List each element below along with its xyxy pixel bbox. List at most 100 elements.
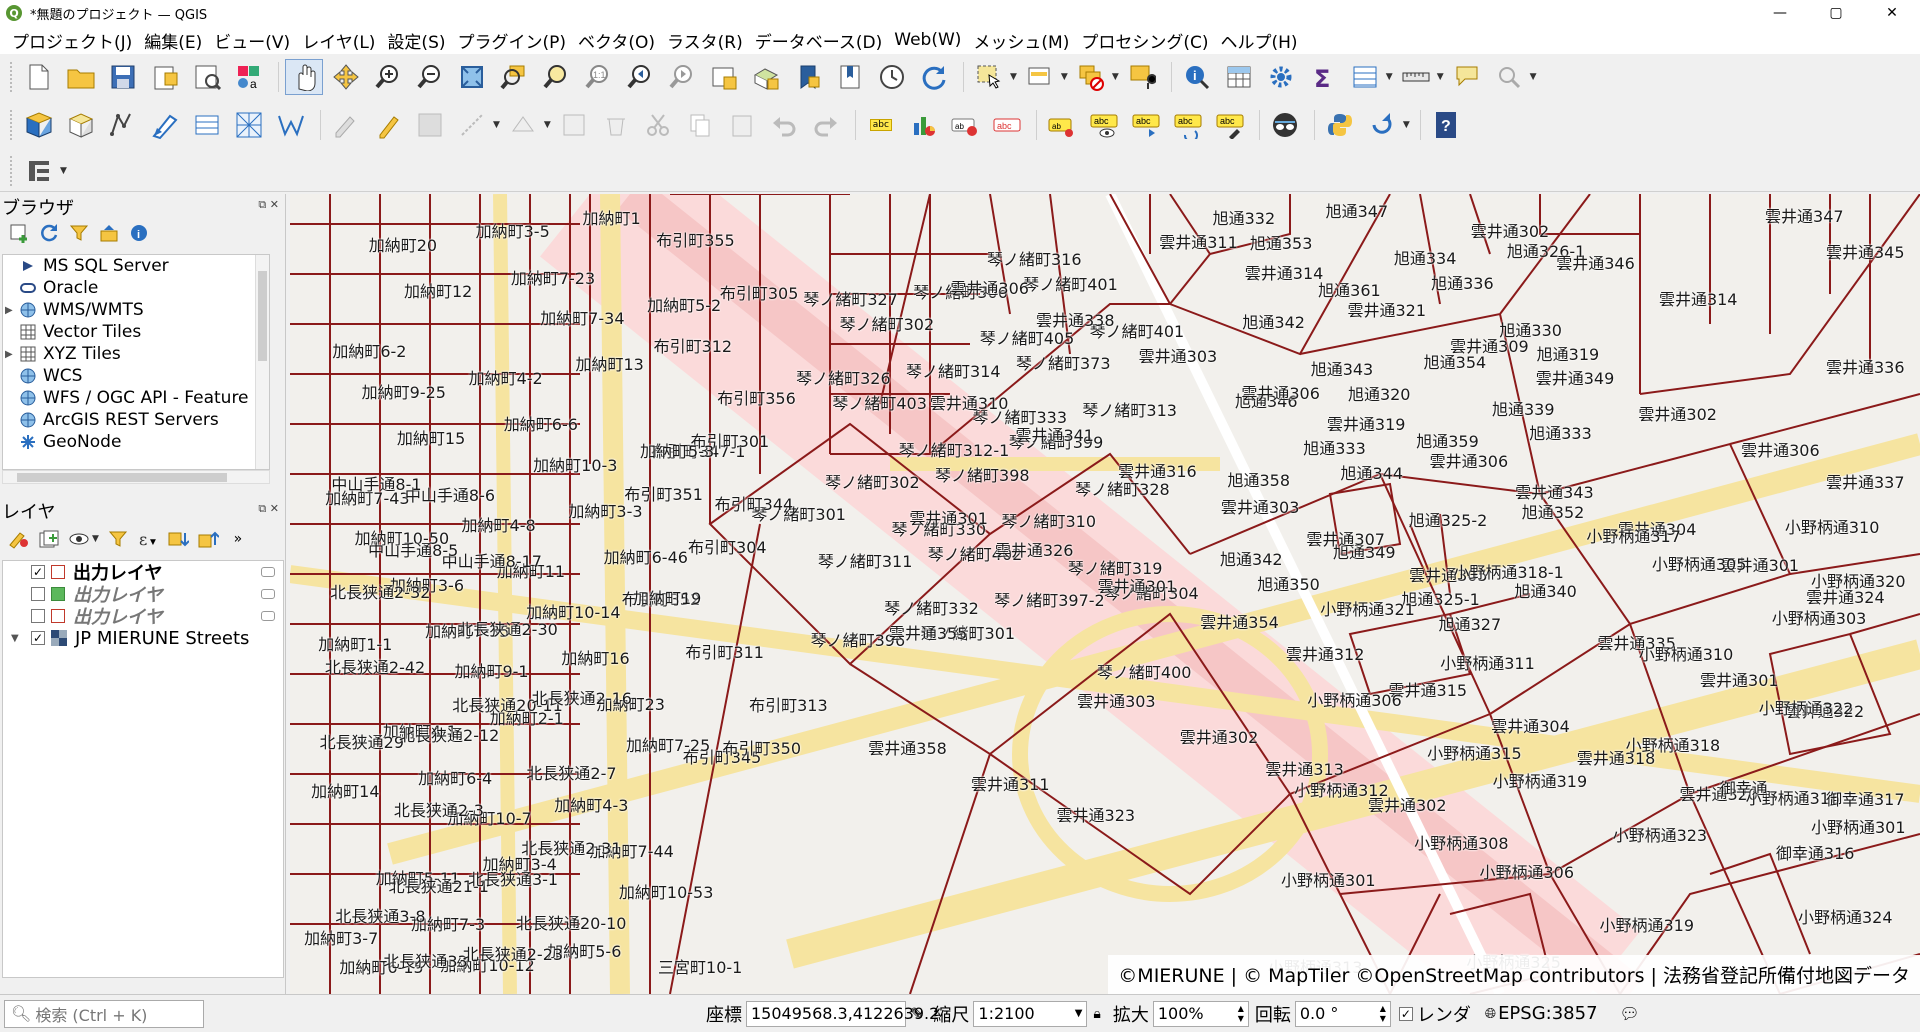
chevron-down-icon[interactable]: ▼	[1386, 72, 1393, 82]
chevron-down-icon[interactable]: ▼	[544, 120, 551, 130]
browser-horizontal-scrollbar[interactable]	[2, 470, 270, 484]
browser-item-oracle[interactable]: Oracle	[3, 277, 269, 299]
diagram-options-icon[interactable]	[904, 107, 942, 143]
chevron-down-icon[interactable]: ▼	[1061, 72, 1068, 82]
coordinate-field[interactable]: 15049568.3,4122639.2	[746, 1000, 939, 1027]
pinned-labels-icon[interactable]: abc	[988, 107, 1026, 143]
toolbar-grip[interactable]	[10, 110, 14, 140]
menu-database[interactable]: データベース(D)	[749, 28, 889, 53]
attributes-toolbar-icon[interactable]	[1346, 59, 1384, 95]
browser-item-vector-tiles[interactable]: Vector Tiles	[3, 321, 269, 343]
menu-help[interactable]: ヘルプ(H)	[1214, 28, 1303, 53]
zoom-next-icon[interactable]	[663, 59, 701, 95]
menu-web[interactable]: Web(W)	[888, 30, 967, 50]
maximize-button[interactable]: ▢	[1808, 0, 1864, 26]
crs-globe-icon[interactable]: 🌐︎	[1485, 1006, 1496, 1022]
menu-processing[interactable]: プロセシング(C)	[1075, 28, 1214, 53]
highlight-pinned-label-icon[interactable]: ab	[946, 107, 984, 143]
pan-map-icon[interactable]	[285, 59, 323, 95]
new-map-view-icon[interactable]	[705, 59, 743, 95]
open-project-icon[interactable]	[62, 59, 100, 95]
new-print-layout-icon[interactable]	[146, 59, 184, 95]
select-by-location-icon[interactable]	[1123, 59, 1161, 95]
toggle-extents-icon[interactable]: ✎	[910, 1004, 923, 1023]
zoom-last-icon[interactable]	[621, 59, 659, 95]
chevron-down-icon[interactable]: ▼	[1403, 120, 1410, 130]
layers-tree[interactable]: ✓ 出力レイヤ 出力レイヤ 出力レイヤ ▼ ✓ JP MIERUNE Stree…	[2, 560, 284, 978]
new-temporary-layer-icon[interactable]	[146, 107, 184, 143]
layer-item-output-1[interactable]: ✓ 出力レイヤ	[3, 561, 283, 584]
save-layer-edits-icon[interactable]	[411, 107, 449, 143]
menu-vector[interactable]: ベクタ(O)	[572, 28, 661, 53]
toolbar-grip[interactable]	[10, 62, 14, 92]
chevron-down-icon[interactable]: ▼	[493, 120, 500, 130]
chevron-down-icon[interactable]: ▼	[92, 534, 99, 544]
expand-arrow-icon[interactable]: ▶	[5, 305, 15, 316]
show-bookmarks-icon[interactable]	[831, 59, 869, 95]
map-tips-icon[interactable]	[1448, 59, 1486, 95]
select-by-value-icon[interactable]	[1021, 59, 1059, 95]
deselect-all-icon[interactable]	[1072, 59, 1110, 95]
layer-item-output-3[interactable]: 出力レイヤ	[3, 605, 283, 628]
browser-item-wcs[interactable]: WCS	[3, 365, 269, 387]
browser-item-wms[interactable]: ▶ WMS/WMTS	[3, 299, 269, 321]
add-group-icon[interactable]	[34, 526, 64, 552]
expand-arrow-icon[interactable]: ▶	[5, 349, 15, 360]
chevron-down-icon[interactable]: ▼	[1437, 72, 1444, 82]
new-virtual-layer-icon[interactable]	[188, 107, 226, 143]
rotate-label-icon[interactable]: abc	[1169, 107, 1207, 143]
magnifier-spinbox[interactable]: 100% ▲ ▼	[1152, 1000, 1249, 1027]
help-icon[interactable]: ?	[1427, 107, 1465, 143]
new-bookmark-icon[interactable]	[789, 59, 827, 95]
layer-indicator-icon[interactable]	[261, 589, 275, 599]
scale-combobox[interactable]: 1:2100 ▼	[973, 1000, 1088, 1027]
filter-legend-icon[interactable]	[103, 526, 133, 552]
add-selected-layers-icon[interactable]	[4, 220, 34, 246]
plugin-reloader-icon[interactable]	[1363, 107, 1401, 143]
new-mesh-layer-icon[interactable]	[230, 107, 268, 143]
new-vector-tile-icon[interactable]	[272, 107, 310, 143]
copy-features-icon[interactable]	[681, 107, 719, 143]
vertex-tool-icon[interactable]	[504, 107, 542, 143]
new-shapefile-layer-icon[interactable]	[104, 107, 142, 143]
render-checkbox[interactable]: ✓	[1398, 1006, 1413, 1021]
zoom-to-selection-icon[interactable]	[495, 59, 533, 95]
chevron-down-icon[interactable]: ▼	[1112, 72, 1119, 82]
data-source-manager-icon[interactable]	[20, 107, 58, 143]
show-layout-manager-icon[interactable]	[188, 59, 226, 95]
save-project-icon[interactable]	[104, 59, 142, 95]
pan-to-selection-icon[interactable]	[327, 59, 365, 95]
menu-project[interactable]: プロジェクト(J)	[6, 28, 138, 53]
layer-item-output-2[interactable]: 出力レイヤ	[3, 583, 283, 606]
delete-selected-icon[interactable]	[597, 107, 635, 143]
new-project-icon[interactable]	[20, 59, 58, 95]
zoom-full-icon[interactable]	[453, 59, 491, 95]
label-toolbar-icon[interactable]: abc	[862, 107, 900, 143]
menu-mesh[interactable]: メッシュ(M)	[967, 28, 1075, 53]
collapse-all-icon[interactable]	[94, 220, 124, 246]
spinner-arrows-icon[interactable]: ▲ ▼	[1380, 1004, 1386, 1024]
chevron-down-icon[interactable]: ▼	[1075, 1008, 1083, 1019]
layer-visibility-checkbox[interactable]: ✓	[31, 631, 45, 645]
expand-all-icon[interactable]	[163, 526, 193, 552]
browser-vertical-scrollbar[interactable]	[255, 255, 269, 469]
collapse-all-icon[interactable]	[193, 526, 223, 552]
more-tools-icon[interactable]: »	[223, 526, 253, 552]
measure-line-icon[interactable]	[1397, 59, 1435, 95]
menu-view[interactable]: ビュー(V)	[208, 28, 296, 53]
zoom-to-layer-icon[interactable]	[537, 59, 575, 95]
chevron-down-icon[interactable]: ▼	[1010, 72, 1017, 82]
chevron-down-icon[interactable]: ▼	[60, 166, 67, 176]
locator-search-input[interactable]: 🔍︎ 検索 (Ctrl + K)	[4, 999, 204, 1028]
layer-item-basemap[interactable]: ▼ ✓ JP MIERUNE Streets	[3, 627, 283, 649]
menu-plugins[interactable]: プラグイン(P)	[452, 28, 573, 53]
scroll-thumb[interactable]	[17, 473, 227, 482]
select-features-icon[interactable]	[970, 59, 1008, 95]
style-manager-icon[interactable]: a	[230, 59, 268, 95]
refresh-icon[interactable]	[34, 220, 64, 246]
browser-item-geonode[interactable]: GeoNode	[3, 431, 269, 453]
panel-float-close-icon[interactable]: ⧉ ✕	[258, 198, 279, 212]
move-label-icon[interactable]: abc	[1127, 107, 1165, 143]
browser-item-wfs[interactable]: WFS / OGC API - Feature	[3, 387, 269, 409]
messages-icon[interactable]: 💬︎	[1620, 1004, 1640, 1023]
